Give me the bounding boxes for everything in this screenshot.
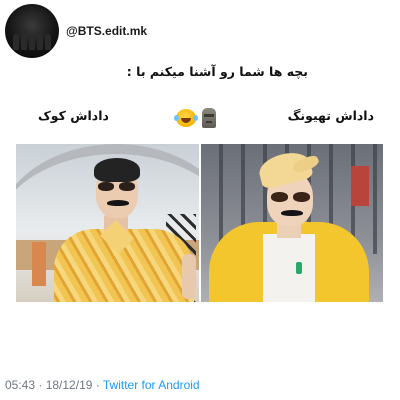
label-left: داداش کوک xyxy=(38,108,109,123)
tweet-date[interactable]: 18/12/19 xyxy=(46,378,93,392)
moai-icon xyxy=(202,108,216,128)
author-handle[interactable]: @BTS.edit.mk xyxy=(66,24,147,38)
tweet-time[interactable]: 05:43 xyxy=(5,378,35,392)
avatar[interactable] xyxy=(5,4,59,58)
face-with-tears-of-joy-icon xyxy=(174,109,198,127)
tweet-text: بچه ها شما رو آشنا میکنم با : xyxy=(126,64,308,79)
tweet-meta: 05:43 · 18/12/19 · Twitter for Android xyxy=(5,378,200,392)
tweet-source-app[interactable]: Twitter for Android xyxy=(103,378,200,392)
label-right: داداش تهیونگ xyxy=(287,108,374,123)
separator: · xyxy=(35,378,46,392)
tweet-header: @BTS.edit.mk xyxy=(0,0,400,60)
photo-right[interactable] xyxy=(201,144,383,302)
separator: · xyxy=(92,378,103,392)
photo-left[interactable] xyxy=(16,144,199,302)
